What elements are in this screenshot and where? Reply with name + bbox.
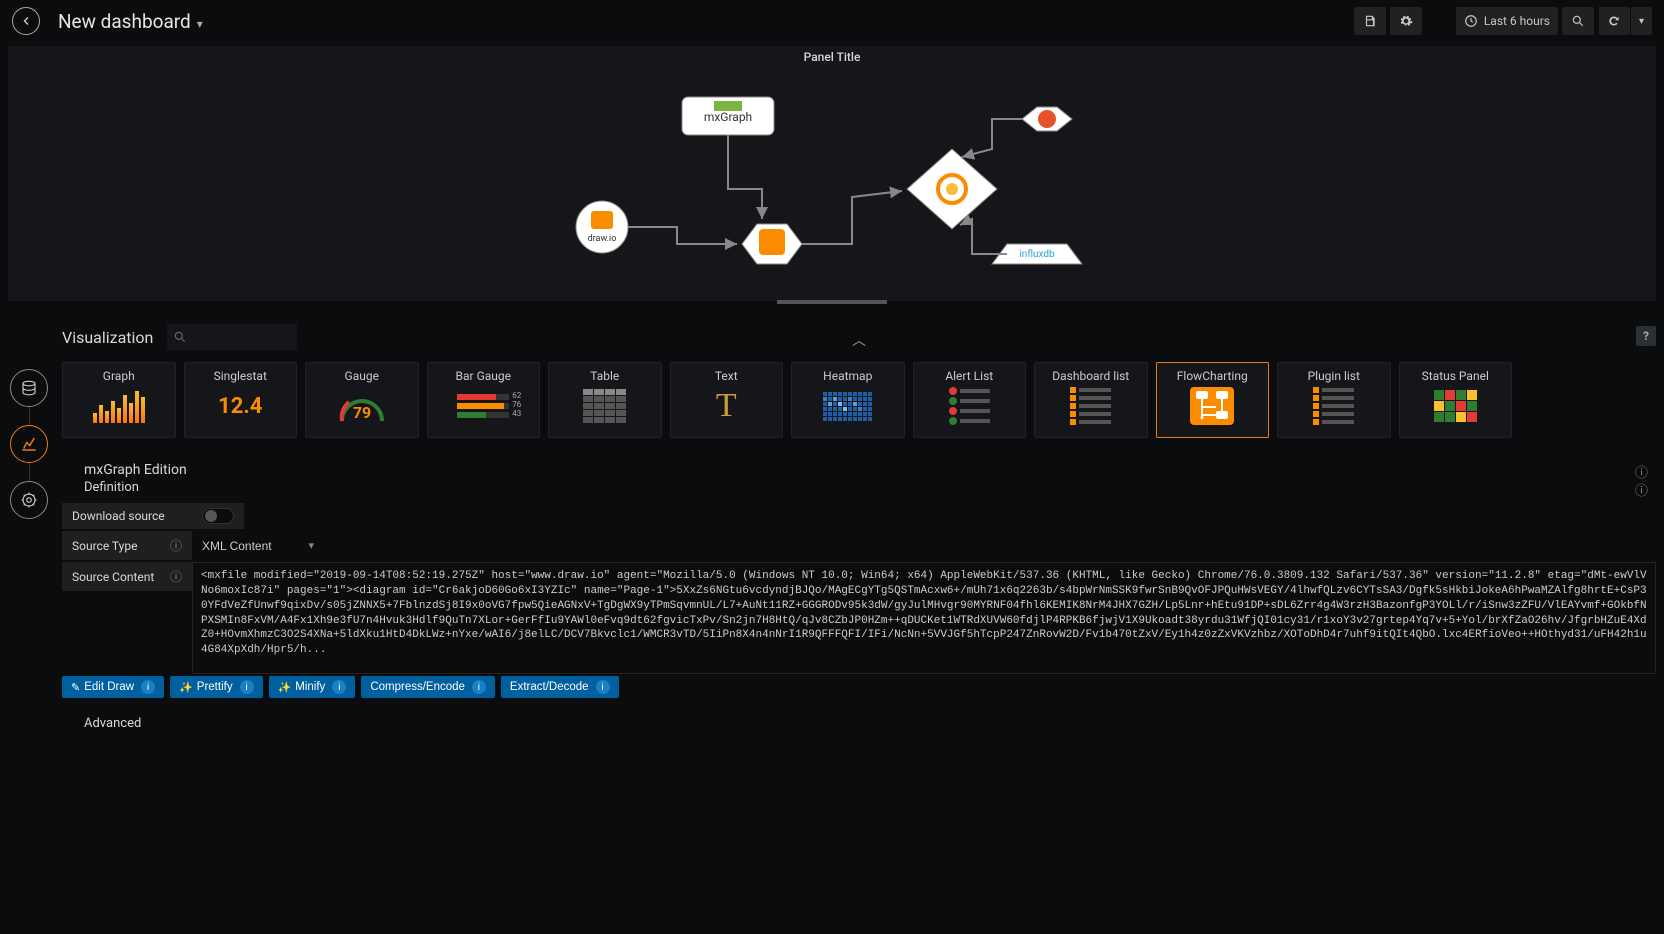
options-heading: mxGraph Edition bbox=[84, 462, 1656, 478]
refresh-interval-button[interactable]: ▾ bbox=[1630, 7, 1652, 35]
tab-general[interactable] bbox=[10, 481, 48, 519]
source-type-label: Source Typeⓘ bbox=[62, 531, 192, 560]
viz-plugin-list[interactable]: Plugin list bbox=[1277, 362, 1391, 438]
back-button[interactable] bbox=[12, 7, 40, 35]
options-subheading: Definition bbox=[84, 480, 1656, 495]
chevron-down-icon: ▾ bbox=[1639, 16, 1644, 27]
viz-gauge[interactable]: Gauge 79 bbox=[305, 362, 419, 438]
compress-button[interactable]: Compress/Encodei bbox=[361, 676, 495, 698]
source-content-label: Source Contentⓘ bbox=[62, 562, 192, 591]
settings-button[interactable] bbox=[1390, 7, 1422, 35]
info-icon[interactable]: ⓘ bbox=[1635, 480, 1648, 499]
minify-button[interactable]: ✨Minifyi bbox=[269, 676, 356, 698]
svg-text:influxdb: influxdb bbox=[1019, 248, 1055, 260]
info-icon[interactable]: ⓘ bbox=[170, 568, 182, 585]
search-icon bbox=[173, 330, 187, 344]
viz-alert-list[interactable]: Alert List bbox=[913, 362, 1027, 438]
download-source-toggle[interactable] bbox=[202, 508, 234, 524]
time-range-button[interactable]: Last 6 hours bbox=[1456, 7, 1558, 35]
download-source-label: Download source bbox=[62, 503, 192, 529]
viz-dashboard-list[interactable]: Dashboard list bbox=[1034, 362, 1148, 438]
edit-draw-button[interactable]: ✎Edit Drawi bbox=[62, 676, 164, 698]
viz-text[interactable]: Text T bbox=[670, 362, 784, 438]
info-icon[interactable]: ⓘ bbox=[1635, 462, 1648, 481]
source-content-textarea[interactable]: <mxfile modified="2019-09-14T08:52:19.27… bbox=[192, 562, 1656, 674]
panel-title[interactable]: Panel Title bbox=[8, 46, 1656, 64]
viz-status-panel[interactable]: Status Panel bbox=[1399, 362, 1513, 438]
svg-text:79: 79 bbox=[353, 403, 371, 422]
svg-text:draw.io: draw.io bbox=[588, 234, 617, 244]
zoom-out-button[interactable] bbox=[1562, 7, 1594, 35]
section-title-visualization: Visualization bbox=[62, 328, 153, 347]
prettify-button[interactable]: ✨Prettifyi bbox=[170, 676, 263, 698]
collapse-toggle[interactable]: ︿ bbox=[852, 330, 866, 350]
advanced-section-label[interactable]: Advanced bbox=[84, 716, 1656, 731]
info-icon[interactable]: ⓘ bbox=[170, 537, 182, 554]
viz-singlestat[interactable]: Singlestat 12.4 bbox=[184, 362, 298, 438]
tab-visualization[interactable] bbox=[10, 425, 48, 463]
chevron-down-icon: ▾ bbox=[197, 17, 203, 31]
svg-text:mxGraph: mxGraph bbox=[704, 110, 752, 124]
source-type-select[interactable]: XML Content bbox=[192, 533, 322, 559]
resize-handle[interactable] bbox=[777, 300, 887, 304]
save-button[interactable] bbox=[1354, 7, 1386, 35]
dashboard-title[interactable]: New dashboard▾ bbox=[58, 10, 203, 33]
help-button[interactable]: ? bbox=[1636, 326, 1656, 346]
flowchart-diagram: mxGraph draw.io influxdb bbox=[562, 89, 1102, 299]
viz-flowcharting[interactable]: FlowCharting bbox=[1156, 362, 1270, 438]
viz-bar-gauge[interactable]: Bar Gauge 62 76 43 bbox=[427, 362, 541, 438]
viz-heatmap[interactable]: Heatmap bbox=[791, 362, 905, 438]
extract-button[interactable]: Extract/Decodei bbox=[501, 676, 619, 698]
tab-queries[interactable] bbox=[10, 369, 48, 407]
panel-preview: Panel Title mxGraph draw.io influxdb bbox=[8, 46, 1656, 301]
viz-graph[interactable]: Graph bbox=[62, 362, 176, 438]
viz-table[interactable]: Table bbox=[548, 362, 662, 438]
refresh-button[interactable] bbox=[1598, 7, 1630, 35]
